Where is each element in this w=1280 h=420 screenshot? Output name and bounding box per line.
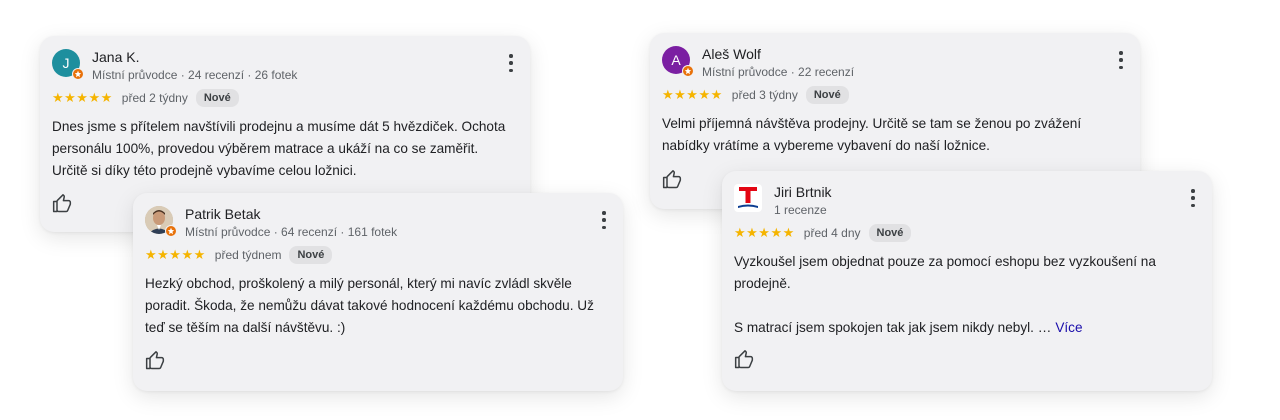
star-rating: ★★★★★ xyxy=(734,225,795,240)
new-badge: Nové xyxy=(195,89,239,107)
star-rating: ★★★★★ xyxy=(662,87,723,102)
review-date: před 3 týdny xyxy=(731,88,798,102)
brand-logo-icon xyxy=(738,187,758,208)
avatar[interactable] xyxy=(734,184,762,212)
thumbs-up-icon[interactable] xyxy=(662,170,682,190)
thumbs-up-icon[interactable] xyxy=(52,194,72,214)
thumbs-up-icon[interactable] xyxy=(145,351,165,371)
rating-row: ★★★★★ před 2 týdny Nové xyxy=(52,88,239,108)
new-badge: Nové xyxy=(868,224,912,242)
review-text: Velmi příjemná návštěva prodejny. Určitě… xyxy=(662,113,1122,157)
new-badge: Nové xyxy=(805,86,849,104)
review-paragraph: Vyzkoušel jsem objednat pouze za pomocí … xyxy=(734,254,1156,291)
more-options-icon[interactable] xyxy=(601,211,607,229)
review-paragraph: Velmi příjemná návštěva prodejny. Určitě… xyxy=(662,116,1082,153)
review-text: Dnes jsme s přítelem navštívili prodejnu… xyxy=(52,116,512,182)
review-text: Vyzkoušel jsem objednat pouze za pomocí … xyxy=(734,251,1194,339)
rating-row: ★★★★★ před týdnem Nové xyxy=(145,245,333,265)
author-meta: 1 recenze xyxy=(774,203,827,217)
local-guide-badge-icon xyxy=(165,225,177,237)
more-options-icon[interactable] xyxy=(1190,189,1196,207)
review-paragraph-text: S matrací jsem spokojen tak jak jsem nik… xyxy=(734,320,1052,335)
avatar[interactable] xyxy=(145,206,177,237)
review-date: před 4 dny xyxy=(803,226,861,240)
rating-row: ★★★★★ před 3 týdny Nové xyxy=(662,85,849,105)
avatar[interactable]: A xyxy=(662,46,694,77)
read-more-link[interactable]: Více xyxy=(1055,320,1082,335)
review-paragraph: S matrací jsem spokojen tak jak jsem nik… xyxy=(734,317,1194,339)
review-paragraph: Dnes jsme s přítelem navštívili prodejnu… xyxy=(52,119,506,178)
more-options-icon[interactable] xyxy=(508,54,514,72)
author-name[interactable]: Jana K. xyxy=(92,49,139,65)
author-meta: Místní průvodce · 24 recenzí · 26 fotek xyxy=(92,68,298,82)
avatar[interactable]: J xyxy=(52,49,84,80)
rating-row: ★★★★★ před 4 dny Nové xyxy=(734,223,912,243)
author-name[interactable]: Patrik Betak xyxy=(185,206,260,222)
author-name[interactable]: Jiri Brtnik xyxy=(774,184,832,200)
new-badge: Nové xyxy=(289,246,333,264)
review-card: Jiri Brtnik 1 recenze ★★★★★ před 4 dny N… xyxy=(722,171,1212,391)
review-paragraph: Hezký obchod, proškolený a milý personál… xyxy=(145,276,594,335)
star-rating: ★★★★★ xyxy=(145,247,206,262)
local-guide-badge-icon xyxy=(72,68,84,80)
avatar-initial: A xyxy=(671,52,681,68)
author-meta: Místní průvodce · 64 recenzí · 161 fotek xyxy=(185,225,398,239)
avatar-initial: J xyxy=(62,55,70,71)
thumbs-up-icon[interactable] xyxy=(734,350,754,370)
author-meta: Místní průvodce · 22 recenzí xyxy=(702,65,855,79)
local-guide-badge-icon xyxy=(682,65,694,77)
review-text: Hezký obchod, proškolený a milý personál… xyxy=(145,273,605,339)
author-name[interactable]: Aleš Wolf xyxy=(702,46,761,62)
more-options-icon[interactable] xyxy=(1118,51,1124,69)
review-date: před týdnem xyxy=(214,248,282,262)
star-rating: ★★★★★ xyxy=(52,90,113,105)
review-date: před 2 týdny xyxy=(121,91,188,105)
review-card: Patrik Betak Místní průvodce · 64 recenz… xyxy=(133,193,623,391)
